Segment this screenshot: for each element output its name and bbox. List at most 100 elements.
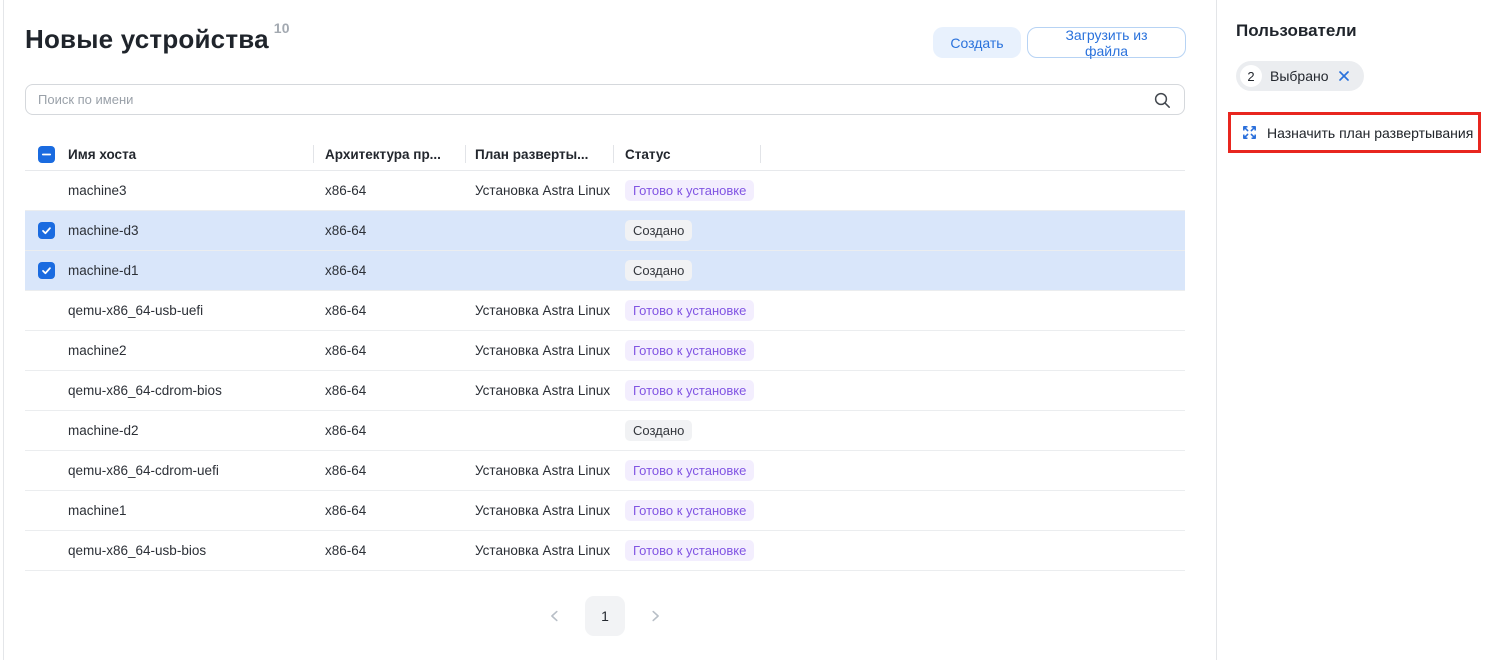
status-cell: Готово к установке <box>613 300 760 321</box>
table-row[interactable]: machine3 x86-64 Установка Astra Linux Го… <box>25 171 1185 211</box>
column-header-status[interactable]: Статус <box>613 138 760 170</box>
arch-cell: x86-64 <box>313 463 465 478</box>
arch-cell: x86-64 <box>313 503 465 518</box>
status-cell: Готово к установке <box>613 380 760 401</box>
host-cell: qemu-x86_64-cdrom-uefi <box>68 463 313 478</box>
close-icon[interactable] <box>1337 69 1352 84</box>
status-badge: Готово к установке <box>625 460 754 481</box>
status-badge: Готово к установке <box>625 300 754 321</box>
status-badge: Готово к установке <box>625 500 754 521</box>
arch-cell: x86-64 <box>313 343 465 358</box>
status-badge: Готово к установке <box>625 380 754 401</box>
status-cell: Создано <box>613 220 760 241</box>
page-count-badge: 10 <box>274 20 290 36</box>
host-cell: qemu-x86_64-usb-uefi <box>68 303 313 318</box>
status-cell: Создано <box>613 260 760 281</box>
row-checkbox-cell <box>25 262 68 279</box>
page-number-button[interactable]: 1 <box>585 596 625 636</box>
sidebar-title: Пользователи <box>1236 21 1357 41</box>
page-title: Новые устройства10 <box>25 24 290 55</box>
plan-cell: Установка Astra Linux <box>465 183 613 198</box>
chevron-left-icon[interactable] <box>546 607 564 625</box>
row-checkbox-cell <box>25 182 68 199</box>
table-row[interactable]: qemu-x86_64-usb-uefi x86-64 Установка As… <box>25 291 1185 331</box>
pagination: 1 <box>25 596 1185 636</box>
status-cell: Готово к установке <box>613 180 760 201</box>
selected-chip-label: Выбрано <box>1270 68 1329 84</box>
arch-cell: x86-64 <box>313 263 465 278</box>
devices-table: Имя хоста Архитектура пр... План разверт… <box>25 138 1185 571</box>
arch-cell: x86-64 <box>313 223 465 238</box>
assign-deployment-plan-button[interactable]: Назначить план развертывания <box>1228 112 1481 153</box>
row-checkbox-cell <box>25 542 68 559</box>
status-badge: Создано <box>625 220 692 241</box>
select-all-cell <box>25 146 68 163</box>
status-badge: Создано <box>625 420 692 441</box>
host-cell: machine1 <box>68 503 313 518</box>
table-header-row: Имя хоста Архитектура пр... План разверт… <box>25 138 1185 171</box>
chevron-right-icon[interactable] <box>646 607 664 625</box>
table-row[interactable]: qemu-x86_64-cdrom-uefi x86-64 Установка … <box>25 451 1185 491</box>
column-header-host[interactable]: Имя хоста <box>68 147 313 162</box>
host-cell: qemu-x86_64-usb-bios <box>68 543 313 558</box>
select-all-checkbox[interactable] <box>38 146 55 163</box>
status-badge: Готово к установке <box>625 180 754 201</box>
status-badge: Создано <box>625 260 692 281</box>
plan-cell: Установка Astra Linux <box>465 303 613 318</box>
sidebar-divider <box>1216 0 1217 660</box>
search-icon[interactable] <box>1153 91 1172 110</box>
table-row[interactable]: machine-d3 x86-64 Создано <box>25 211 1185 251</box>
status-badge: Готово к установке <box>625 540 754 561</box>
assign-deployment-plan-label: Назначить план развертывания <box>1267 125 1473 141</box>
page-title-text: Новые устройства <box>25 24 269 54</box>
create-button[interactable]: Создать <box>933 27 1021 58</box>
row-checkbox-cell <box>25 382 68 399</box>
status-cell: Готово к установке <box>613 540 760 561</box>
left-edge-divider <box>3 0 4 660</box>
upload-from-file-button[interactable]: Загрузить из файла <box>1027 27 1186 58</box>
plan-cell: Установка Astra Linux <box>465 383 613 398</box>
selected-filter-chip[interactable]: 2 Выбрано <box>1236 61 1364 91</box>
host-cell: machine-d3 <box>68 223 313 238</box>
app-window: Новые устройства10 Создать Загрузить из … <box>0 0 1485 660</box>
column-header-spacer <box>760 138 1185 170</box>
status-cell: Готово к установке <box>613 500 760 521</box>
table-row[interactable]: machine-d1 x86-64 Создано <box>25 251 1185 291</box>
search-input[interactable] <box>26 85 1184 114</box>
arch-cell: x86-64 <box>313 383 465 398</box>
plan-cell: Установка Astra Linux <box>465 543 613 558</box>
plan-cell: Установка Astra Linux <box>465 503 613 518</box>
column-header-arch[interactable]: Архитектура пр... <box>313 138 465 170</box>
arch-cell: x86-64 <box>313 423 465 438</box>
arch-cell: x86-64 <box>313 183 465 198</box>
plan-cell: Установка Astra Linux <box>465 463 613 478</box>
host-cell: machine3 <box>68 183 313 198</box>
row-checkbox[interactable] <box>38 222 55 239</box>
host-cell: machine-d2 <box>68 423 313 438</box>
table-row[interactable]: qemu-x86_64-cdrom-bios x86-64 Установка … <box>25 371 1185 411</box>
status-badge: Готово к установке <box>625 340 754 361</box>
column-header-plan[interactable]: План разверты... <box>465 138 613 170</box>
selected-count-badge: 2 <box>1240 65 1262 87</box>
status-cell: Готово к установке <box>613 340 760 361</box>
row-checkbox[interactable] <box>38 262 55 279</box>
row-checkbox-cell <box>25 222 68 239</box>
host-cell: machine-d1 <box>68 263 313 278</box>
search-box <box>25 84 1185 115</box>
table-row[interactable]: machine2 x86-64 Установка Astra Linux Го… <box>25 331 1185 371</box>
host-cell: qemu-x86_64-cdrom-bios <box>68 383 313 398</box>
host-cell: machine2 <box>68 343 313 358</box>
row-checkbox-cell <box>25 502 68 519</box>
table-body: machine3 x86-64 Установка Astra Linux Го… <box>25 171 1185 571</box>
plan-cell: Установка Astra Linux <box>465 343 613 358</box>
status-cell: Создано <box>613 420 760 441</box>
table-row[interactable]: machine1 x86-64 Установка Astra Linux Го… <box>25 491 1185 531</box>
arch-cell: x86-64 <box>313 543 465 558</box>
arch-cell: x86-64 <box>313 303 465 318</box>
expand-arrows-icon <box>1241 124 1258 141</box>
table-row[interactable]: machine-d2 x86-64 Создано <box>25 411 1185 451</box>
table-row[interactable]: qemu-x86_64-usb-bios x86-64 Установка As… <box>25 531 1185 571</box>
row-checkbox-cell <box>25 302 68 319</box>
row-checkbox-cell <box>25 422 68 439</box>
status-cell: Готово к установке <box>613 460 760 481</box>
